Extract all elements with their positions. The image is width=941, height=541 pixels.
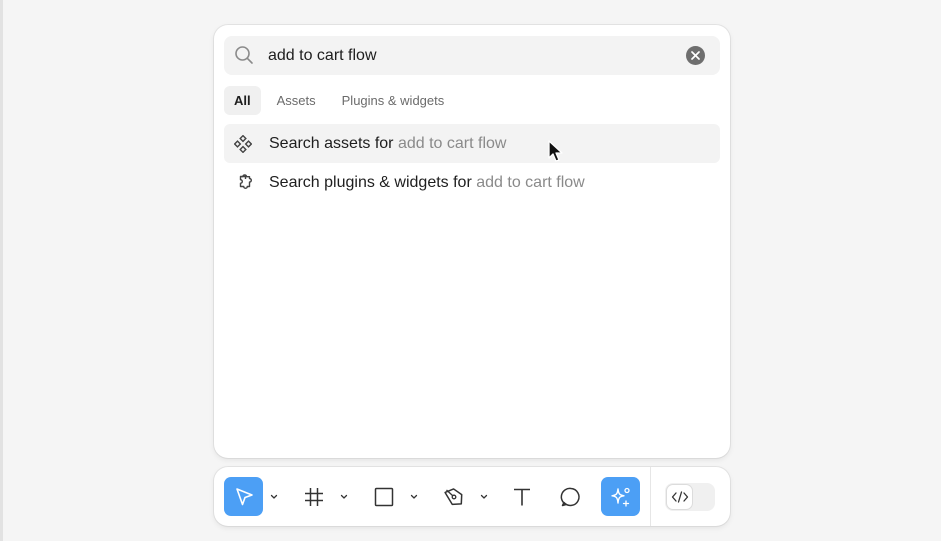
tab-plugins-widgets[interactable]: Plugins & widgets [332, 86, 455, 115]
result-search-assets[interactable]: Search assets for add to cart flow [224, 124, 720, 163]
plugin-icon [234, 174, 252, 197]
tab-all[interactable]: All [224, 86, 261, 115]
comment-icon [560, 487, 580, 506]
pen-icon [443, 487, 462, 505]
code-icon [671, 491, 688, 503]
result-prefix: Search assets for [269, 135, 394, 152]
canvas-left-edge [0, 0, 3, 541]
chevron-down-icon[interactable] [480, 494, 488, 500]
result-prefix: Search plugins & widgets for [269, 174, 472, 191]
actions-tool-button[interactable] [601, 477, 640, 516]
close-icon [691, 51, 700, 60]
text-tool-button[interactable] [502, 477, 541, 516]
clear-search-button[interactable] [686, 46, 705, 65]
component-icon [233, 134, 253, 158]
result-query: add to cart flow [476, 174, 585, 191]
rectangle-tool-button[interactable] [364, 477, 403, 516]
chevron-down-icon[interactable] [270, 494, 278, 500]
dev-mode-toggle[interactable] [665, 483, 715, 511]
mouse-cursor-icon [548, 140, 564, 169]
frame-icon [304, 487, 323, 506]
dev-mode-knob [666, 484, 693, 510]
move-tool-button[interactable] [224, 477, 263, 516]
search-input[interactable] [268, 36, 678, 75]
results-list: Search assets for add to cart flow Searc… [224, 124, 720, 202]
move-icon [235, 487, 253, 505]
tab-assets[interactable]: Assets [267, 86, 326, 115]
result-query: add to cart flow [397, 135, 507, 152]
rectangle-icon [374, 487, 393, 506]
text-icon [513, 488, 530, 505]
search-icon [234, 45, 254, 70]
bottom-toolbar [214, 467, 730, 526]
toolbar-divider [650, 467, 651, 526]
comment-tool-button[interactable] [551, 477, 590, 516]
result-search-plugins[interactable]: Search plugins & widgets for add to cart… [224, 163, 720, 202]
pen-tool-button[interactable] [434, 477, 473, 516]
result-label: Search plugins & widgets for add to cart… [269, 163, 585, 202]
filter-tabs: All Assets Plugins & widgets [224, 86, 460, 115]
search-bar [224, 36, 720, 75]
chevron-down-icon[interactable] [410, 494, 418, 500]
quick-actions-panel: All Assets Plugins & widgets Search asse… [214, 25, 730, 458]
actions-icon [610, 487, 630, 507]
frame-tool-button[interactable] [294, 477, 333, 516]
result-label: Search assets for add to cart flow [269, 124, 506, 163]
chevron-down-icon[interactable] [340, 494, 348, 500]
